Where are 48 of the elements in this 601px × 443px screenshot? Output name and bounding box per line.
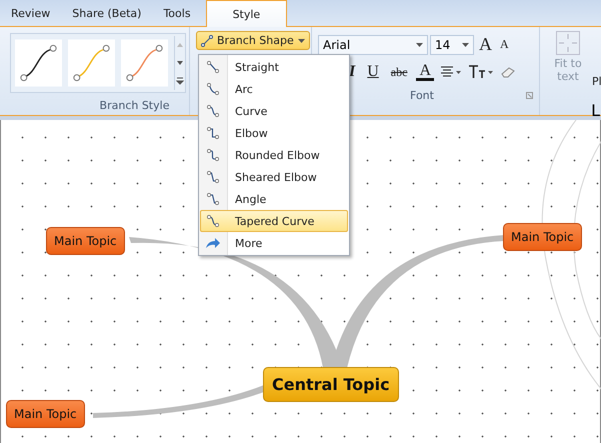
- branch-style-preset[interactable]: [15, 39, 62, 87]
- menu-item[interactable]: Rounded Elbow: [200, 144, 348, 166]
- underline-button[interactable]: U: [364, 63, 382, 81]
- group-label: Branch Style: [98, 99, 170, 112]
- ribbon-tab[interactable]: Style: [206, 0, 288, 27]
- menu-item[interactable]: Curve: [200, 100, 348, 122]
- fit-to-text-icon: [556, 31, 580, 55]
- font-size-field[interactable]: 14: [430, 34, 474, 54]
- branch-shape-icon: [205, 147, 221, 163]
- branch-shape-icon: [205, 103, 221, 119]
- font-family-field[interactable]: Arial: [318, 34, 428, 54]
- group-label: Font: [409, 89, 435, 102]
- font-color-button[interactable]: A: [416, 64, 434, 80]
- ribbon-tab[interactable]: Tools: [152, 0, 202, 26]
- menu-item[interactable]: More: [200, 232, 348, 254]
- dropdown-arrow-icon: [416, 42, 423, 46]
- branch-shape-icon: [205, 125, 221, 141]
- grow-font-button[interactable]: A: [476, 34, 495, 55]
- dropdown-arrow-icon: [462, 42, 469, 46]
- branch-shape-icon: [205, 81, 221, 97]
- ribbon-tab[interactable]: Review: [0, 0, 62, 26]
- strikethrough-button[interactable]: abc: [388, 64, 410, 80]
- central-topic[interactable]: Central Topic: [263, 367, 399, 402]
- branch-shape-button[interactable]: Branch Shape: [196, 31, 310, 50]
- branch-shape-icon: [205, 59, 221, 75]
- text-case-icon[interactable]: [468, 65, 494, 79]
- main-topic[interactable]: Main Topic: [46, 227, 125, 255]
- group-label: L: [591, 101, 600, 120]
- shrink-font-button[interactable]: A: [497, 37, 512, 52]
- branch-shape-icon: [205, 213, 221, 229]
- menu-item[interactable]: Sheared Elbow: [200, 166, 348, 188]
- align-icon[interactable]: [440, 66, 462, 78]
- menu-item[interactable]: Straight: [200, 56, 348, 78]
- branch-shape-icon: [205, 169, 221, 185]
- italic-button[interactable]: I: [346, 63, 358, 81]
- eraser-icon[interactable]: [500, 66, 516, 78]
- ribbon-tab[interactable]: Share (Beta): [61, 0, 152, 26]
- dropdown-arrow-icon: [298, 38, 305, 42]
- branch-shape-icon: [205, 191, 221, 207]
- curved-arrow-icon: [205, 235, 221, 251]
- menu-item[interactable]: Angle: [200, 188, 348, 210]
- main-topic[interactable]: Main Topic: [6, 400, 85, 428]
- menu-item[interactable]: Arc: [200, 78, 348, 100]
- branch-line-icon: [201, 34, 213, 46]
- menu-item[interactable]: Tapered Curve: [200, 210, 348, 232]
- menu-item[interactable]: Elbow: [200, 122, 348, 144]
- ribbon-button-label[interactable]: Pl: [592, 75, 601, 88]
- main-topic[interactable]: Main Topic: [503, 223, 582, 251]
